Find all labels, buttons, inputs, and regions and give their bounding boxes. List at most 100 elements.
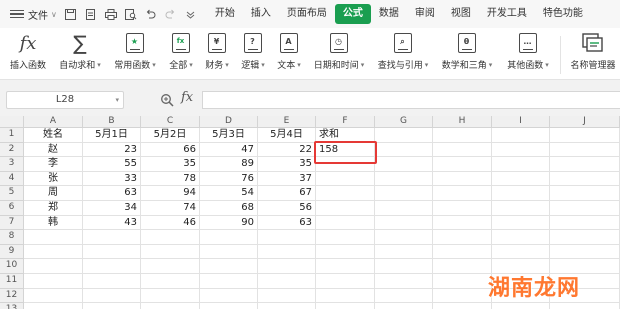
cell-b7[interactable]: 43 (83, 215, 141, 231)
cell-b2[interactable]: 23 (83, 142, 141, 158)
column-header-h[interactable]: H (433, 116, 492, 128)
cell-e3[interactable]: 35 (258, 157, 316, 172)
cell-c11[interactable] (141, 274, 200, 289)
formula-input[interactable] (202, 91, 620, 109)
undo-icon[interactable] (145, 8, 157, 20)
cell-d11[interactable] (200, 274, 258, 289)
cell-d2[interactable]: 47 (200, 142, 258, 158)
column-header-c[interactable]: C (141, 116, 200, 128)
cell-d8[interactable] (200, 230, 258, 245)
cell-e4[interactable]: 37 (258, 171, 316, 187)
file-menu-button[interactable]: 文件 ∨ (28, 7, 57, 22)
cell-c10[interactable] (141, 259, 200, 274)
cell-h13[interactable] (433, 303, 492, 309)
cell-h1[interactable] (433, 128, 492, 143)
cell-a4[interactable]: 张 (24, 171, 83, 187)
cell-g8[interactable] (375, 230, 433, 245)
row-header-6[interactable]: 6 (0, 201, 24, 216)
text-functions-button[interactable]: A 文本 ▾ (272, 28, 306, 80)
tab-insert[interactable]: 插入 (243, 4, 279, 24)
cell-i1[interactable] (492, 128, 550, 143)
cell-a3[interactable]: 李 (24, 157, 83, 172)
column-header-j[interactable]: J (550, 116, 620, 128)
cell-a10[interactable] (24, 259, 83, 274)
cell-j1[interactable] (550, 128, 620, 143)
cell-h2[interactable] (433, 142, 492, 158)
cell-i7[interactable] (492, 215, 550, 231)
other-functions-button[interactable]: … 其他函数 ▾ (500, 28, 556, 80)
tab-formulas[interactable]: 公式 (334, 4, 371, 24)
cell-e2[interactable]: 22 (258, 142, 316, 158)
cell-b4[interactable]: 33 (83, 171, 141, 187)
tab-developer[interactable]: 开发工具 (479, 4, 535, 24)
datetime-functions-button[interactable]: ◷ 日期和时间 ▾ (308, 28, 370, 80)
cell-a9[interactable] (24, 244, 83, 260)
cell-h3[interactable] (433, 157, 492, 172)
cell-b10[interactable] (83, 259, 141, 274)
row-header-1[interactable]: 1 (0, 128, 24, 143)
cell-i2[interactable] (492, 142, 550, 158)
all-functions-button[interactable]: fx 全部 ▾ (164, 28, 198, 80)
row-header-13[interactable]: 13 (0, 303, 24, 309)
cell-j9[interactable] (550, 244, 620, 260)
tab-home[interactable]: 开始 (207, 4, 243, 24)
cell-f4[interactable] (316, 171, 375, 187)
column-header-g[interactable]: G (375, 116, 433, 128)
cell-d3[interactable]: 89 (200, 157, 258, 172)
cell-f9[interactable] (316, 244, 375, 260)
print-icon[interactable] (104, 8, 117, 20)
cell-d7[interactable]: 90 (200, 215, 258, 231)
cell-h10[interactable] (433, 259, 492, 274)
tab-view[interactable]: 视图 (443, 4, 479, 24)
cell-g1[interactable] (375, 128, 433, 143)
cell-f7[interactable] (316, 215, 375, 231)
cell-b8[interactable] (83, 230, 141, 245)
cell-a12[interactable] (24, 288, 83, 304)
zoom-icon[interactable] (160, 93, 174, 107)
column-header-d[interactable]: D (200, 116, 258, 128)
cell-b3[interactable]: 55 (83, 157, 141, 172)
cell-b12[interactable] (83, 288, 141, 304)
cell-b9[interactable] (83, 244, 141, 260)
tab-special-features[interactable]: 特色功能 (535, 4, 591, 24)
cell-b11[interactable] (83, 274, 141, 289)
fx-icon[interactable]: fx (181, 90, 193, 105)
cell-j13[interactable] (550, 303, 620, 309)
cell-g10[interactable] (375, 259, 433, 274)
cell-g13[interactable] (375, 303, 433, 309)
chevron-down-icon[interactable]: ▾ (115, 92, 119, 108)
cell-i13[interactable] (492, 303, 550, 309)
cell-a5[interactable]: 周 (24, 186, 83, 201)
cell-a2[interactable]: 赵 (24, 142, 83, 158)
math-functions-button[interactable]: θ 数学和三角 ▾ (436, 28, 498, 80)
cell-g3[interactable] (375, 157, 433, 172)
cell-e13[interactable] (258, 303, 316, 309)
row-header-7[interactable]: 7 (0, 215, 24, 231)
cell-c3[interactable]: 35 (141, 157, 200, 172)
cell-c2[interactable]: 66 (141, 142, 200, 158)
cell-e1[interactable]: 5月4日 (258, 128, 316, 143)
cell-d9[interactable] (200, 244, 258, 260)
cell-b6[interactable]: 34 (83, 201, 141, 216)
cell-j4[interactable] (550, 171, 620, 187)
column-header-a[interactable]: A (24, 116, 83, 128)
cell-g7[interactable] (375, 215, 433, 231)
cell-h6[interactable] (433, 201, 492, 216)
export-pdf-icon[interactable] (85, 8, 97, 20)
cell-f5[interactable] (316, 186, 375, 201)
cell-g6[interactable] (375, 201, 433, 216)
cell-i8[interactable] (492, 230, 550, 245)
cell-d13[interactable] (200, 303, 258, 309)
cell-b1[interactable]: 5月1日 (83, 128, 141, 143)
row-header-8[interactable]: 8 (0, 230, 24, 245)
cell-h4[interactable] (433, 171, 492, 187)
cell-i4[interactable] (492, 171, 550, 187)
cell-a13[interactable] (24, 303, 83, 309)
cell-i5[interactable] (492, 186, 550, 201)
cell-g11[interactable] (375, 274, 433, 289)
cell-j2[interactable] (550, 142, 620, 158)
print-preview-icon[interactable] (124, 8, 137, 20)
cell-e11[interactable] (258, 274, 316, 289)
row-header-5[interactable]: 5 (0, 186, 24, 201)
cell-e5[interactable]: 67 (258, 186, 316, 201)
